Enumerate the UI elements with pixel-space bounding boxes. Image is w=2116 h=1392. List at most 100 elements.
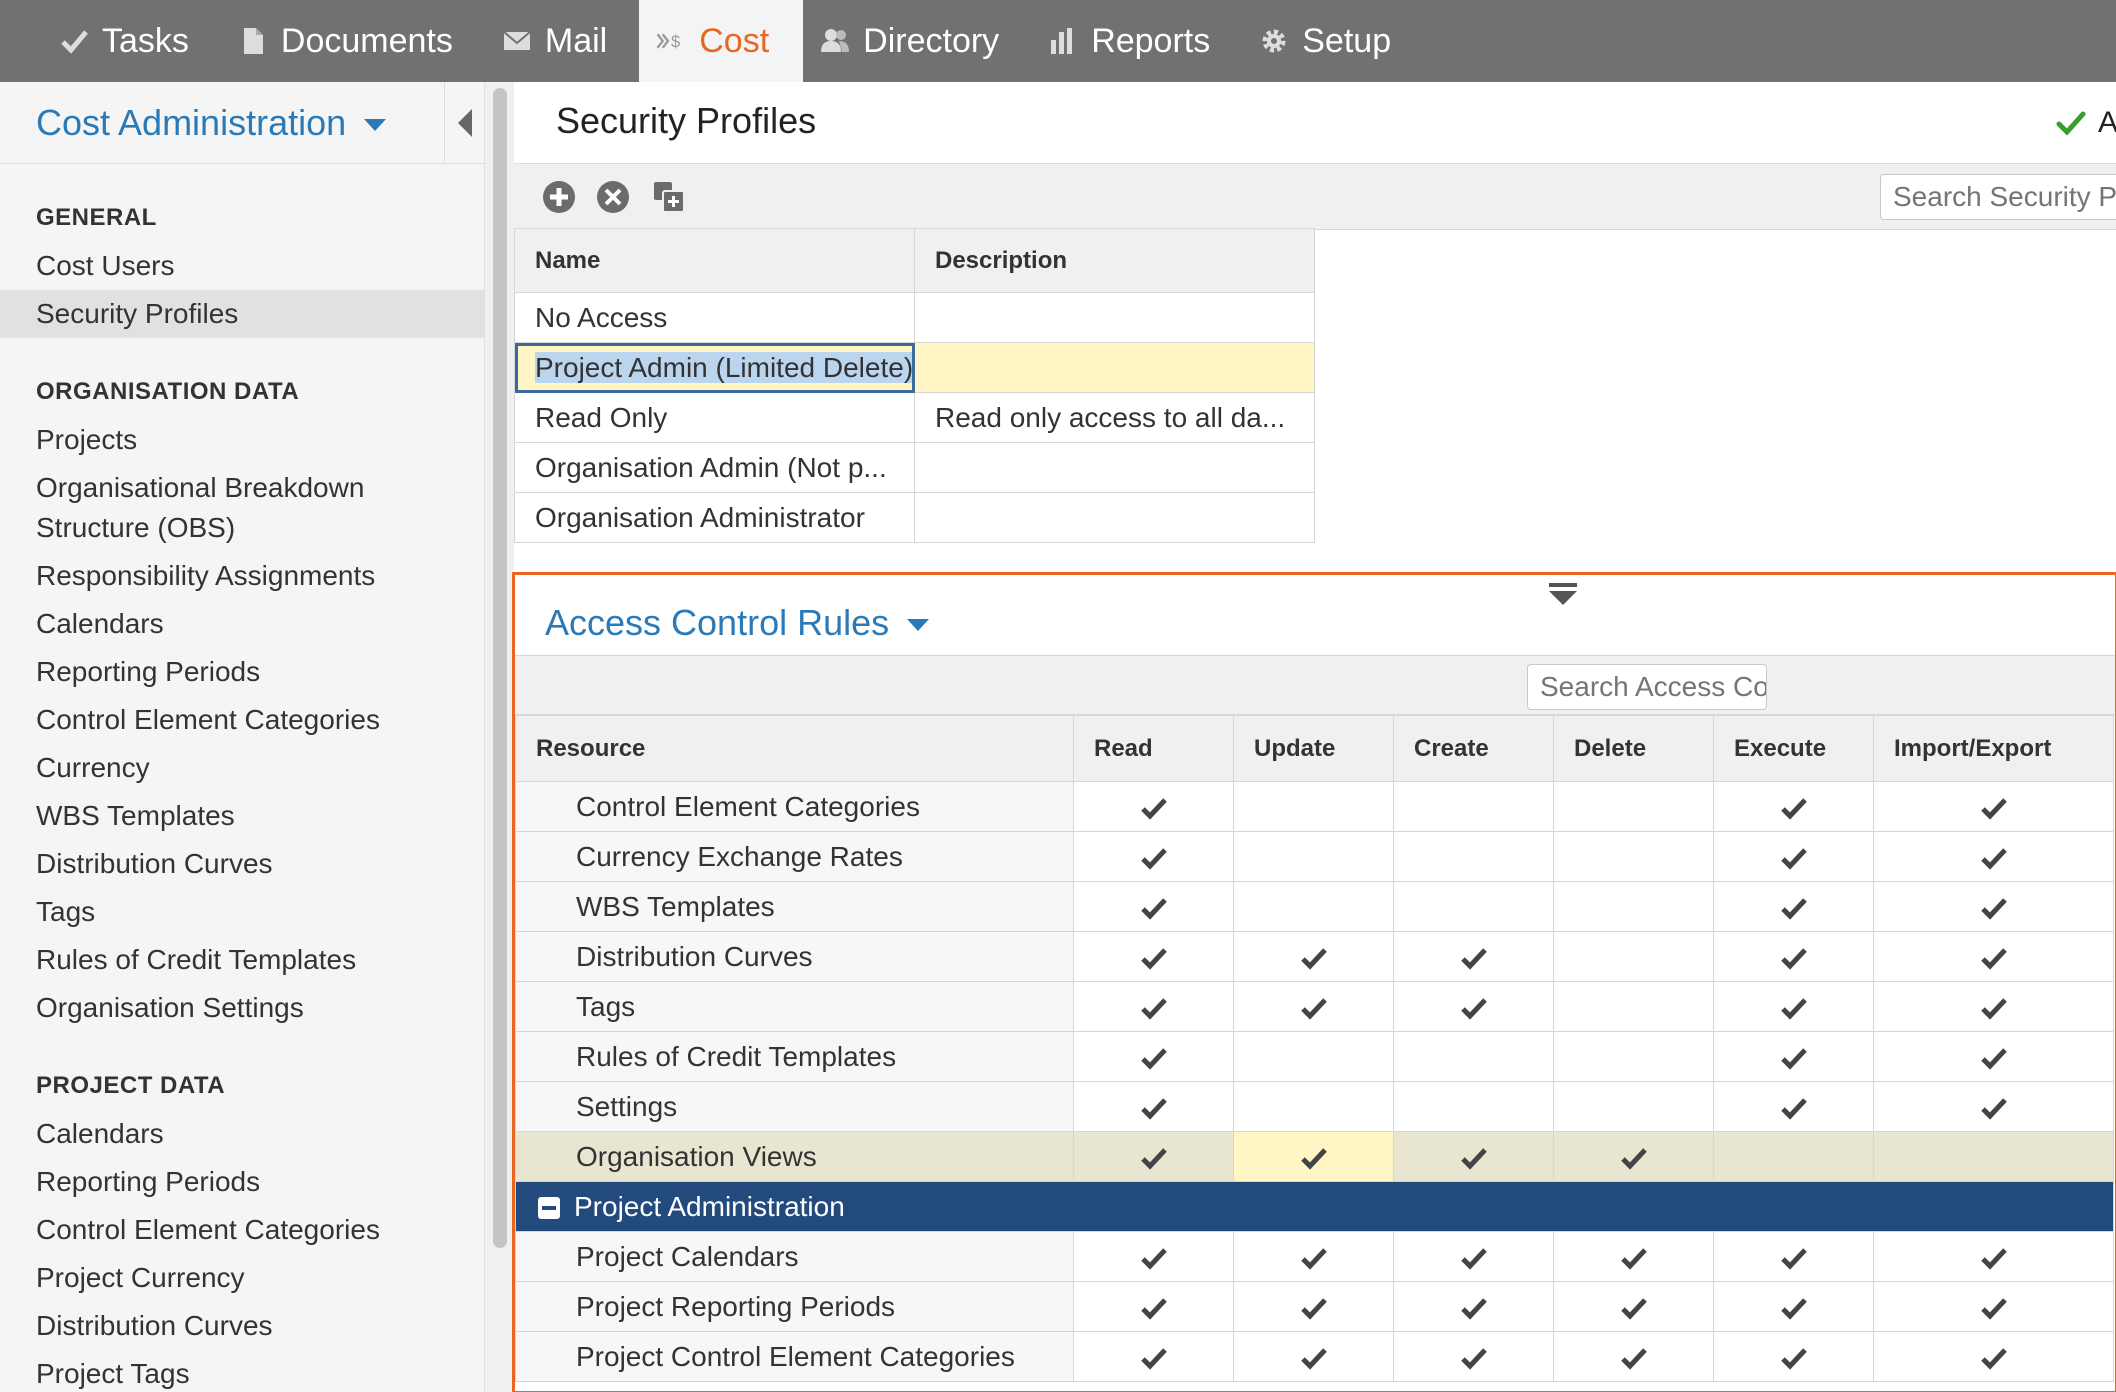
permission-cell-create[interactable] [1393, 1331, 1554, 1382]
acr-header[interactable]: Access Control Rules [545, 593, 930, 653]
permission-cell-update[interactable] [1233, 781, 1394, 832]
permission-cell-import-export[interactable] [1873, 781, 2114, 832]
permission-cell-read[interactable] [1073, 1331, 1234, 1382]
permission-cell-create[interactable] [1393, 1131, 1554, 1182]
permission-cell-create[interactable] [1393, 781, 1554, 832]
permission-cell-update[interactable] [1233, 1281, 1394, 1332]
permission-cell-read[interactable] [1073, 1281, 1234, 1332]
drag-handle-icon[interactable] [1547, 581, 1579, 607]
permission-cell-execute[interactable] [1713, 931, 1874, 982]
sidebar-item-calendars[interactable]: Calendars [0, 600, 484, 648]
permission-cell-delete[interactable] [1553, 931, 1714, 982]
sidebar-scrollbar[interactable] [484, 82, 514, 1392]
permission-cell-delete[interactable] [1553, 781, 1714, 832]
chevron-down-icon[interactable] [907, 619, 930, 631]
column-header-delete[interactable]: Delete [1553, 715, 1714, 782]
permission-cell-import-export[interactable] [1873, 1331, 2114, 1382]
permission-cell-read[interactable] [1073, 1031, 1234, 1082]
scrollbar-thumb[interactable] [493, 88, 507, 1248]
nav-tab-reports[interactable]: Reports [1031, 0, 1242, 82]
sidebar-item-organisational-breakdown-structure-obs[interactable]: Organisational Breakdown Structure (OBS) [0, 464, 484, 552]
column-header-create[interactable]: Create [1393, 715, 1554, 782]
permission-cell-delete[interactable] [1553, 1231, 1714, 1282]
permission-cell-read[interactable] [1073, 931, 1234, 982]
sidebar-item-responsibility-assignments[interactable]: Responsibility Assignments [0, 552, 484, 600]
permission-cell-read[interactable] [1073, 1081, 1234, 1132]
table-row[interactable]: No Access [514, 292, 1315, 343]
permission-cell-execute[interactable] [1713, 881, 1874, 932]
sidebar-title[interactable]: Cost Administration [36, 102, 346, 144]
add-icon[interactable] [542, 180, 576, 214]
table-row[interactable]: Rules of Credit Templates [515, 1031, 2114, 1082]
nav-tab-tasks[interactable]: Tasks [42, 0, 221, 82]
search-security-profiles-input[interactable] [1880, 174, 2116, 220]
sidebar-item-cost-users[interactable]: Cost Users [0, 242, 484, 290]
sidebar-item-project-tags[interactable]: Project Tags [0, 1350, 484, 1392]
delete-icon[interactable] [596, 180, 630, 214]
permission-cell-update[interactable] [1233, 831, 1394, 882]
table-row[interactable]: Organisation Admin (Not p... [514, 442, 1315, 493]
profile-name-cell[interactable]: Organisation Administrator [514, 492, 915, 543]
profile-name[interactable]: Project Admin (Limited Delete) [535, 351, 914, 383]
table-row[interactable]: Control Element Categories [515, 781, 2114, 832]
permission-cell-import-export[interactable] [1873, 881, 2114, 932]
permission-cell-import-export[interactable] [1873, 1131, 2114, 1182]
profile-description-cell[interactable]: Read only access to all da... [914, 392, 1315, 443]
permission-cell-create[interactable] [1393, 1031, 1554, 1082]
permission-cell-delete[interactable] [1553, 1031, 1714, 1082]
sidebar-item-control-element-categories[interactable]: Control Element Categories [0, 1206, 484, 1254]
permission-cell-read[interactable] [1073, 831, 1234, 882]
sidebar-item-wbs-templates[interactable]: WBS Templates [0, 792, 484, 840]
group-row[interactable]: Project Administration [515, 1181, 2114, 1232]
permission-cell-delete[interactable] [1553, 981, 1714, 1032]
nav-tab-documents[interactable]: Documents [221, 0, 485, 82]
table-row[interactable]: Project Calendars [515, 1231, 2114, 1282]
sidebar-header[interactable]: Cost Administration [0, 82, 444, 164]
permission-cell-import-export[interactable] [1873, 1231, 2114, 1282]
profile-description-cell[interactable] [914, 342, 1315, 393]
sidebar-item-currency[interactable]: Currency [0, 744, 484, 792]
table-row[interactable]: Project Admin (Limited Delete) [514, 342, 1315, 393]
sidebar-item-projects[interactable]: Projects [0, 416, 484, 464]
sidebar-item-rules-of-credit-templates[interactable]: Rules of Credit Templates [0, 936, 484, 984]
permission-cell-update[interactable] [1233, 1331, 1394, 1382]
permission-cell-import-export[interactable] [1873, 981, 2114, 1032]
permission-cell-update[interactable] [1233, 1081, 1394, 1132]
table-row[interactable]: Project Reporting Periods [515, 1281, 2114, 1332]
profile-description-cell[interactable] [914, 292, 1315, 343]
permission-cell-execute[interactable] [1713, 1231, 1874, 1282]
permission-cell-import-export[interactable] [1873, 831, 2114, 882]
profile-name-cell[interactable]: Read Only [514, 392, 915, 443]
nav-tab-setup[interactable]: Setup [1242, 0, 1423, 82]
permission-cell-execute[interactable] [1713, 981, 1874, 1032]
permission-cell-create[interactable] [1393, 1081, 1554, 1132]
permission-cell-read[interactable] [1073, 981, 1234, 1032]
permission-cell-create[interactable] [1393, 981, 1554, 1032]
chevron-down-icon[interactable] [364, 118, 387, 131]
permission-cell-update[interactable] [1233, 981, 1394, 1032]
permission-cell-delete[interactable] [1553, 1281, 1714, 1332]
table-row[interactable]: Distribution Curves [515, 931, 2114, 982]
sidebar-item-security-profiles[interactable]: Security Profiles [0, 290, 484, 338]
permission-cell-import-export[interactable] [1873, 1281, 2114, 1332]
column-header-name[interactable]: Name [514, 228, 915, 293]
table-row[interactable]: Organisation Views [515, 1131, 2114, 1182]
permission-cell-execute[interactable] [1713, 1281, 1874, 1332]
group-cell[interactable]: Project Administration [515, 1181, 2114, 1232]
permission-cell-update[interactable] [1233, 931, 1394, 982]
table-row[interactable]: Tags [515, 981, 2114, 1032]
nav-tab-directory[interactable]: Directory [803, 0, 1031, 82]
table-row[interactable]: WBS Templates [515, 881, 2114, 932]
profile-name-cell[interactable]: No Access [514, 292, 915, 343]
permission-cell-create[interactable] [1393, 881, 1554, 932]
column-header-import-export[interactable]: Import/Export [1873, 715, 2114, 782]
column-header-update[interactable]: Update [1233, 715, 1394, 782]
permission-cell-read[interactable] [1073, 1131, 1234, 1182]
sidebar-item-reporting-periods[interactable]: Reporting Periods [0, 648, 484, 696]
permission-cell-delete[interactable] [1553, 1081, 1714, 1132]
permission-cell-execute[interactable] [1713, 1031, 1874, 1082]
duplicate-icon[interactable] [652, 180, 686, 214]
table-row[interactable]: Read Only Read only access to all da... [514, 392, 1315, 443]
sidebar-item-organisation-settings[interactable]: Organisation Settings [0, 984, 484, 1032]
permission-cell-execute[interactable] [1713, 831, 1874, 882]
